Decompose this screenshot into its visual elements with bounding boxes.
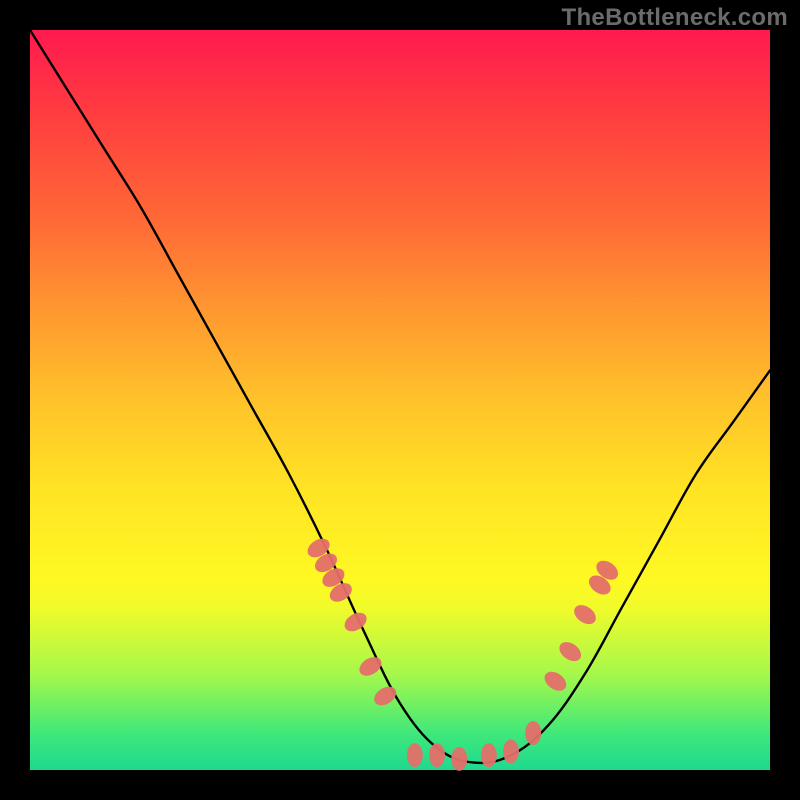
- watermark-text: TheBottleneck.com: [562, 4, 788, 32]
- plot-area: [30, 30, 770, 770]
- chart-frame: TheBottleneck.com: [0, 0, 800, 800]
